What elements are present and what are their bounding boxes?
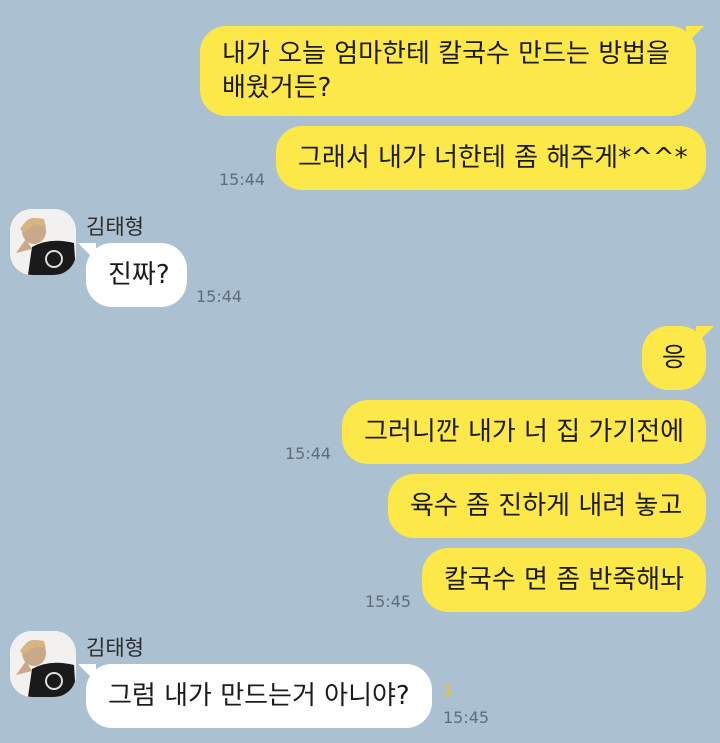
message-timestamp: 15:45	[365, 592, 412, 611]
message-timestamp: 15:44	[285, 444, 332, 463]
message-bubble-mine[interactable]: 그러니깐 내가 너 집 가기전에	[342, 400, 706, 464]
message-text: 그래서 내가 너한테 좀 해주게*^^*	[298, 143, 688, 173]
friend-avatar[interactable]	[10, 631, 76, 697]
friend-name: 김태형	[86, 215, 144, 239]
friend-name: 김태형	[86, 636, 144, 660]
message-text: 육수 좀 진하게 내려 놓고	[410, 491, 683, 521]
message-text-line: 내가 오늘 엄마한테 칼국수 만드는 방법을	[222, 39, 670, 69]
message-bubble-friend[interactable]: 그럼 내가 만드는거 아니야?	[78, 664, 432, 728]
profile-photo-icon	[10, 209, 76, 275]
message-bubble-friend[interactable]: 진짜?	[78, 243, 187, 307]
message-timestamp: 15:44	[219, 170, 266, 189]
message-timestamp: 15:44	[196, 287, 243, 306]
message-text: 응	[662, 343, 686, 373]
message-text: 그럼 내가 만드는거 아니야?	[108, 681, 410, 711]
friend-avatar[interactable]	[10, 209, 76, 275]
message-text: 칼국수 면 좀 반죽해놔	[444, 565, 685, 595]
message-bubble-mine[interactable]: 응	[642, 326, 714, 390]
message-text-line: 배웠거든?	[222, 73, 332, 103]
message-bubble-mine[interactable]: 칼국수 면 좀 반죽해놔	[422, 548, 706, 612]
message-text: 그러니깐 내가 너 집 가기전에	[364, 417, 685, 447]
message-bubble-mine[interactable]: 내가 오늘 엄마한테 칼국수 만드는 방법을 배웠거든?	[200, 26, 704, 116]
message-timestamp: 15:45	[443, 708, 490, 727]
message-bubble-mine[interactable]: 육수 좀 진하게 내려 놓고	[388, 474, 706, 538]
message-text: 진짜?	[108, 260, 170, 290]
message-bubble-mine[interactable]: 그래서 내가 너한테 좀 해주게*^^*	[276, 126, 706, 190]
profile-photo-icon	[10, 631, 76, 697]
unread-count: 1	[443, 683, 453, 699]
